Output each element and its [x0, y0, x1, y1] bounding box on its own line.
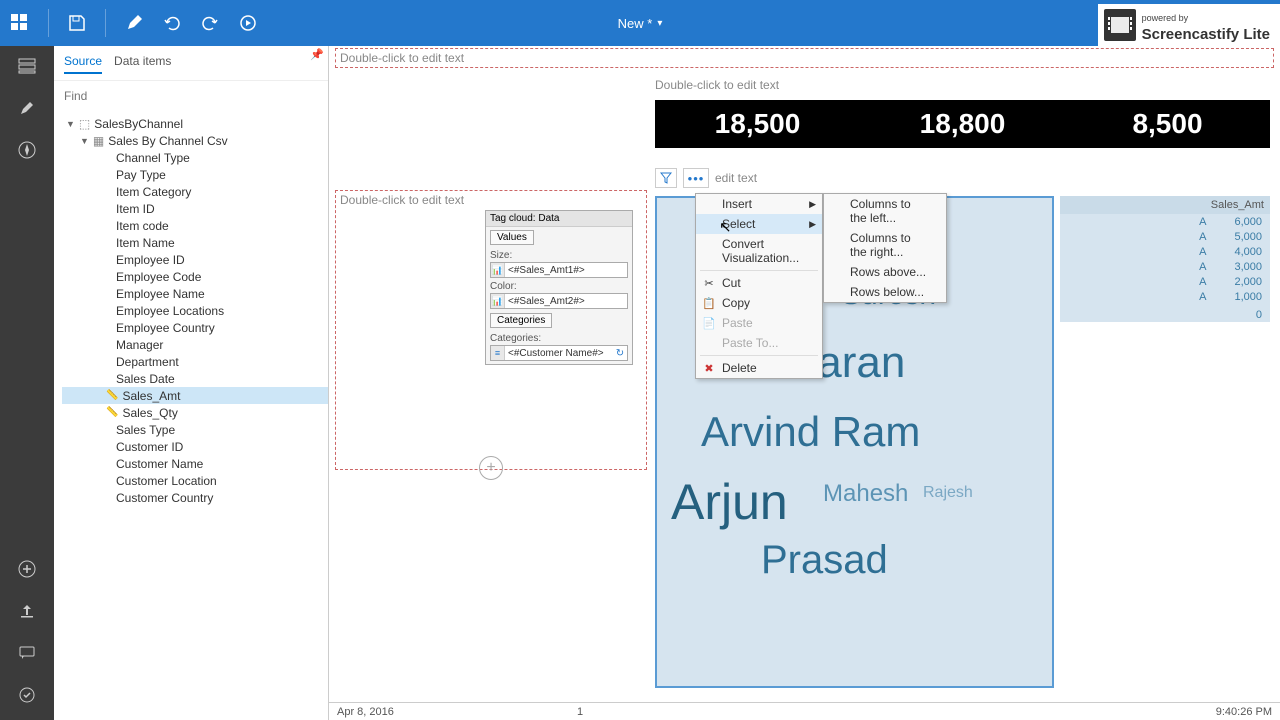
- tree-item[interactable]: Employee Code: [62, 268, 328, 285]
- run-icon[interactable]: [238, 13, 258, 33]
- compass-icon[interactable]: [17, 140, 37, 160]
- menu-insert[interactable]: Insert▶: [696, 194, 822, 214]
- submenu-rows-below[interactable]: Rows below...: [824, 282, 946, 302]
- app-icon[interactable]: [10, 13, 30, 33]
- check-icon[interactable]: [17, 685, 37, 705]
- data-row: A1,000: [1060, 289, 1270, 304]
- tree-item[interactable]: Manager: [62, 336, 328, 353]
- save-icon[interactable]: [67, 13, 87, 33]
- menu-delete[interactable]: ✖Delete: [696, 358, 822, 378]
- tree-item[interactable]: Sales Type: [62, 421, 328, 438]
- status-bar: Apr 8, 2016 1 9:40:26 PM: [329, 702, 1280, 720]
- document-title[interactable]: New * ▾: [618, 16, 663, 31]
- add-icon[interactable]: [17, 559, 37, 579]
- tree-item[interactable]: Customer Location: [62, 472, 328, 489]
- submenu-rows-above[interactable]: Rows above...: [824, 262, 946, 282]
- prop-title: Tag cloud: Data: [486, 211, 632, 227]
- tree-item[interactable]: 📏 Sales_Amt: [62, 387, 328, 404]
- tree-item[interactable]: Customer ID: [62, 438, 328, 455]
- data-icon[interactable]: [17, 56, 37, 76]
- tree-item[interactable]: Item Category: [62, 183, 328, 200]
- tag-prasad[interactable]: Prasad: [761, 538, 888, 583]
- tree-item[interactable]: Channel Type: [62, 149, 328, 166]
- color-field[interactable]: 📊<#Sales_Amt2#>: [490, 293, 628, 309]
- submenu-cols-left[interactable]: Columns to the left...: [824, 194, 946, 228]
- data-column: Sales_Amt A6,000A5,000A4,000A3,000A2,000…: [1060, 196, 1270, 322]
- tab-dataitems[interactable]: Data items: [114, 54, 171, 74]
- top-toolbar: New * ▾: [0, 0, 1280, 46]
- menu-copy[interactable]: 📋Copy: [696, 293, 822, 313]
- status-time: 9:40:26 PM: [1216, 706, 1272, 718]
- redo-icon[interactable]: [200, 13, 220, 33]
- data-tree: ▼ ⬚ SalesByChannel▼ ▦ Sales By Channel C…: [54, 111, 328, 720]
- categories-btn[interactable]: Categories: [490, 313, 552, 328]
- size-label: Size:: [490, 250, 628, 261]
- properties-panel: Tag cloud: Data Values Size: 📊<#Sales_Am…: [485, 210, 633, 365]
- menu-paste: 📄Paste: [696, 313, 822, 333]
- menu-select[interactable]: Select▶: [696, 214, 822, 234]
- submenu-cols-right[interactable]: Columns to the right...: [824, 228, 946, 262]
- tree-item[interactable]: Employee ID: [62, 251, 328, 268]
- tree-item[interactable]: Sales Date: [62, 370, 328, 387]
- tree-item[interactable]: Employee Name: [62, 285, 328, 302]
- pencil-icon[interactable]: [17, 98, 37, 118]
- data-row: A3,000: [1060, 259, 1270, 274]
- context-submenu: Columns to the left... Columns to the ri…: [823, 193, 947, 303]
- tree-item[interactable]: Department: [62, 353, 328, 370]
- data-column-header: Sales_Amt: [1060, 196, 1270, 214]
- tree-item[interactable]: Customer Country: [62, 489, 328, 506]
- categories-label: Categories:: [490, 333, 628, 344]
- tab-source[interactable]: Source: [64, 54, 102, 74]
- filter-placeholder: edit text: [715, 171, 757, 185]
- undo-icon[interactable]: [162, 13, 182, 33]
- kpi-1: 18,500: [655, 100, 860, 148]
- more-button[interactable]: •••: [683, 168, 709, 188]
- menu-pasteto: Paste To...: [696, 333, 822, 353]
- tag-mahesh[interactable]: Mahesh: [823, 480, 908, 508]
- pin-icon[interactable]: 📌: [310, 48, 324, 61]
- chat-icon[interactable]: [17, 643, 37, 663]
- tree-item[interactable]: Item Name: [62, 234, 328, 251]
- kpi-bar: 18,500 18,800 8,500: [655, 100, 1270, 148]
- data-row: A2,000: [1060, 274, 1270, 289]
- tree-item[interactable]: Item ID: [62, 200, 328, 217]
- menu-convert[interactable]: Convert Visualization...: [696, 234, 822, 268]
- tree-item[interactable]: Employee Locations: [62, 302, 328, 319]
- tree-item[interactable]: 📏 Sales_Qty: [62, 404, 328, 421]
- color-label: Color:: [490, 281, 628, 292]
- tree-item[interactable]: Item code: [62, 217, 328, 234]
- values-btn[interactable]: Values: [490, 230, 534, 245]
- tree-item[interactable]: Employee Country: [62, 319, 328, 336]
- kpi-3: 8,500: [1065, 100, 1270, 148]
- tree-item[interactable]: Pay Type: [62, 166, 328, 183]
- tag-rajesh[interactable]: Rajesh: [923, 484, 973, 502]
- edit-icon[interactable]: [124, 13, 144, 33]
- left-rail: [0, 46, 54, 720]
- side-panel: 📌 Source Data items ▼ ⬚ SalesByChannel▼ …: [54, 46, 329, 720]
- upload-icon[interactable]: [17, 601, 37, 621]
- size-field[interactable]: 📊<#Sales_Amt1#>: [490, 262, 628, 278]
- menu-cut[interactable]: ✂Cut: [696, 273, 822, 293]
- status-date: Apr 8, 2016: [337, 706, 394, 718]
- data-row: A5,000: [1060, 229, 1270, 244]
- data-row: A6,000: [1060, 214, 1270, 229]
- kpi-2: 18,800: [860, 100, 1065, 148]
- tag-arvind-ram[interactable]: Arvind Ram: [701, 408, 920, 456]
- data-row: A4,000: [1060, 244, 1270, 259]
- report-canvas: Double-click to edit text Double-click t…: [329, 46, 1280, 720]
- status-page: 1: [577, 706, 583, 718]
- tag-arjun[interactable]: Arjun: [671, 473, 788, 531]
- data-row: 0: [1060, 307, 1270, 322]
- screencastify-badge: powered byScreencastify Lite: [1098, 4, 1280, 46]
- title-placeholder-2[interactable]: Double-click to edit text: [651, 76, 1274, 94]
- tree-item[interactable]: Customer Name: [62, 455, 328, 472]
- filter-button[interactable]: [655, 168, 677, 188]
- context-menu: Insert▶ Select▶ Convert Visualization...…: [695, 193, 823, 379]
- add-widget-button[interactable]: +: [479, 456, 503, 480]
- title-placeholder-top[interactable]: Double-click to edit text: [335, 48, 1274, 68]
- find-input[interactable]: [64, 89, 318, 103]
- categories-field[interactable]: ≡<#Customer Name#>↻: [490, 345, 628, 361]
